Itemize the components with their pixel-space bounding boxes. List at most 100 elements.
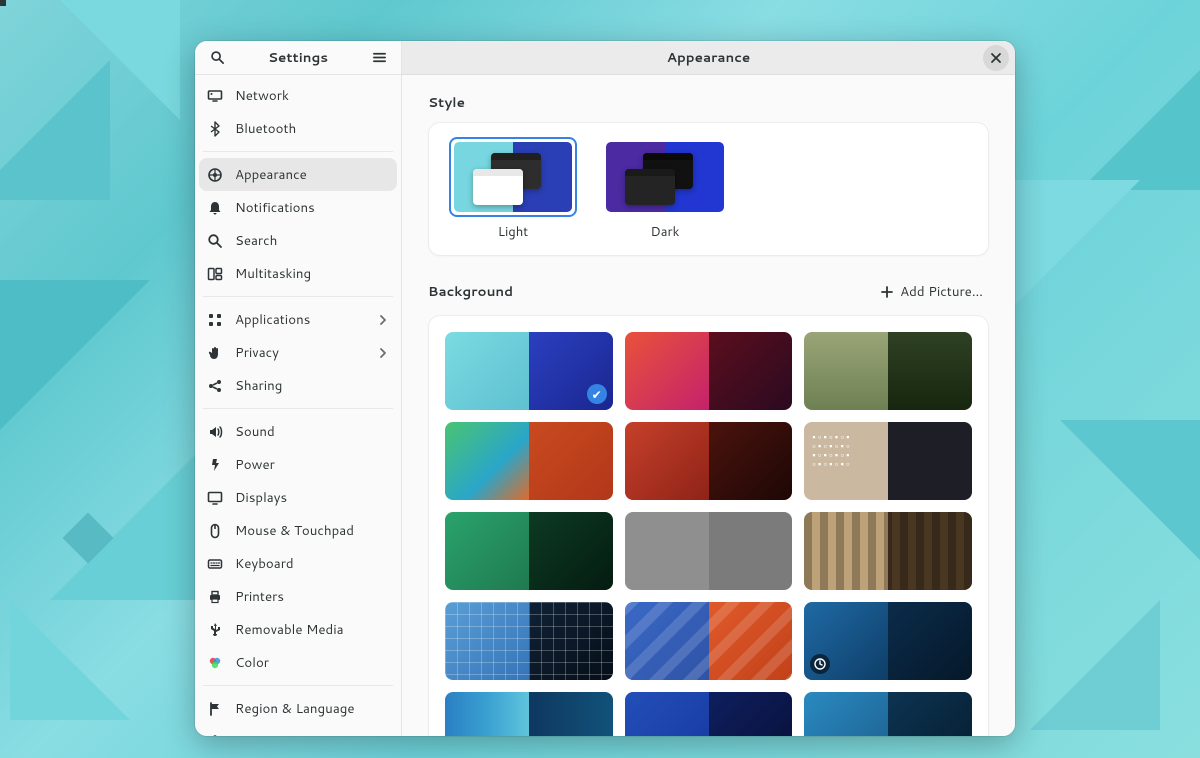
- wallpaper-w9[interactable]: [804, 512, 972, 590]
- search-icon: [210, 50, 225, 65]
- sidebar-list[interactable]: Network Bluetooth Appearance Notifications S…: [195, 75, 401, 736]
- wallpaper-w10[interactable]: [445, 602, 613, 680]
- sidebar-item-label: Search: [235, 231, 277, 250]
- search-button[interactable]: [203, 44, 231, 72]
- mouse-icon: [207, 523, 223, 539]
- check-icon: ✔: [587, 384, 607, 404]
- sidebar-item-label: Color: [235, 653, 269, 672]
- wallpaper-w13[interactable]: [445, 692, 613, 736]
- page-title: Appearance: [434, 48, 983, 67]
- hand-icon: [207, 345, 223, 361]
- sound-icon: [207, 424, 223, 440]
- sidebar-item-label: Sound: [235, 422, 275, 441]
- hand-icon: [207, 345, 223, 361]
- sidebar-item-power[interactable]: Power: [199, 448, 397, 481]
- content-pane: Appearance Style LightDark Background Ad…: [402, 41, 1015, 736]
- background-section-label: Background: [428, 282, 513, 301]
- apps-icon: [207, 312, 223, 328]
- sidebar-item-label: Printers: [235, 587, 284, 606]
- style-option-dark[interactable]: Dark: [601, 137, 729, 241]
- usb-icon: [207, 622, 223, 638]
- sidebar-item-printers[interactable]: Printers: [199, 580, 397, 613]
- usb-icon: [207, 622, 223, 638]
- wallpaper-w14[interactable]: [625, 692, 793, 736]
- sidebar-item-sharing[interactable]: Sharing: [199, 369, 397, 402]
- power-icon: [207, 457, 223, 473]
- share-icon: [207, 378, 223, 394]
- wallpaper-w1[interactable]: ✔: [445, 332, 613, 410]
- sidebar-item-keyboard[interactable]: Keyboard: [199, 547, 397, 580]
- separator: [203, 408, 393, 409]
- sidebar-item-network[interactable]: Network: [199, 79, 397, 112]
- sidebar: Settings NetworkBluetoothAppearanceNotif…: [195, 41, 402, 736]
- sidebar-item-region[interactable]: Region & Language: [199, 692, 397, 725]
- settings-window: Settings NetworkBluetoothAppearanceNotif…: [195, 41, 1015, 736]
- sidebar-item-sound[interactable]: Sound: [199, 415, 397, 448]
- chevron-right-icon: [377, 314, 389, 326]
- bell-icon: [207, 200, 223, 216]
- sidebar-item-mouse[interactable]: Mouse & Touchpad: [199, 514, 397, 547]
- sidebar-item-label: Accessibility: [235, 732, 311, 736]
- sidebar-item-applications[interactable]: Applications: [199, 303, 397, 336]
- sound-icon: [207, 424, 223, 440]
- content-header: Appearance: [402, 41, 1015, 75]
- plus-icon: [880, 285, 894, 299]
- sidebar-item-privacy[interactable]: Privacy: [199, 336, 397, 369]
- flag-icon: [207, 701, 223, 717]
- wallpaper-w3[interactable]: [804, 332, 972, 410]
- sidebar-item-label: Appearance: [235, 165, 307, 184]
- wallpaper-w2[interactable]: [625, 332, 793, 410]
- search-icon: [207, 233, 223, 249]
- separator: [203, 296, 393, 297]
- wallpaper-w15[interactable]: [804, 692, 972, 736]
- sidebar-item-appearance[interactable]: Appearance: [199, 158, 397, 191]
- style-option-light[interactable]: Light: [449, 137, 577, 241]
- multitask-icon: [207, 266, 223, 282]
- add-picture-label: Add Picture…: [900, 282, 983, 301]
- sidebar-item-search[interactable]: Search: [199, 224, 397, 257]
- sidebar-item-label: Privacy: [235, 343, 279, 362]
- search-icon: [207, 233, 223, 249]
- style-card: LightDark: [428, 122, 989, 256]
- sidebar-item-accessibility[interactable]: Accessibility: [199, 725, 397, 736]
- sidebar-item-displays[interactable]: Displays: [199, 481, 397, 514]
- wallpaper-w4[interactable]: [445, 422, 613, 500]
- wallpaper-w6[interactable]: ▪ ▫ ▪ ▫ ▪ ▫ ▪ ▫ ▪ ▫ ▪ ▫ ▪ ▫ ▪ ▫ ▪ ▫ ▪ ▫ …: [804, 422, 972, 500]
- sidebar-item-notifications[interactable]: Notifications: [199, 191, 397, 224]
- apps-icon: [207, 312, 223, 328]
- add-picture-button[interactable]: Add Picture…: [874, 278, 989, 305]
- power-icon: [207, 457, 223, 473]
- wallpaper-w8[interactable]: [625, 512, 793, 590]
- sidebar-item-label: Bluetooth: [235, 119, 296, 138]
- sidebar-item-label: Mouse & Touchpad: [235, 521, 354, 540]
- sidebar-item-multitasking[interactable]: Multitasking: [199, 257, 397, 290]
- separator: [203, 151, 393, 152]
- menu-button[interactable]: [365, 44, 393, 72]
- style-section-label: Style: [428, 93, 989, 112]
- close-button[interactable]: [983, 45, 1009, 71]
- sidebar-item-removable[interactable]: Removable Media: [199, 613, 397, 646]
- content-body[interactable]: Style LightDark Background Add Picture… …: [402, 75, 1015, 736]
- share-icon: [207, 378, 223, 394]
- printer-icon: [207, 589, 223, 605]
- separator: [203, 685, 393, 686]
- wallpaper-w5[interactable]: [625, 422, 793, 500]
- sidebar-item-label: Network: [235, 86, 289, 105]
- wallpaper-w11[interactable]: [625, 602, 793, 680]
- sidebar-item-color[interactable]: Color: [199, 646, 397, 679]
- keyboard-icon: [207, 556, 223, 572]
- sidebar-item-label: Power: [235, 455, 275, 474]
- wallpaper-w7[interactable]: [445, 512, 613, 590]
- sidebar-item-label: Multitasking: [235, 264, 311, 283]
- bluetooth-icon: [207, 121, 223, 137]
- sidebar-item-bluetooth[interactable]: Bluetooth: [199, 112, 397, 145]
- wallpaper-w12[interactable]: [804, 602, 972, 680]
- mouse-icon: [207, 523, 223, 539]
- appearance-icon: [207, 167, 223, 183]
- sidebar-item-label: Displays: [235, 488, 287, 507]
- display-icon: [207, 88, 223, 104]
- sidebar-item-label: Removable Media: [235, 620, 344, 639]
- style-thumb-light: [449, 137, 577, 217]
- keyboard-icon: [207, 556, 223, 572]
- hamburger-icon: [372, 50, 387, 65]
